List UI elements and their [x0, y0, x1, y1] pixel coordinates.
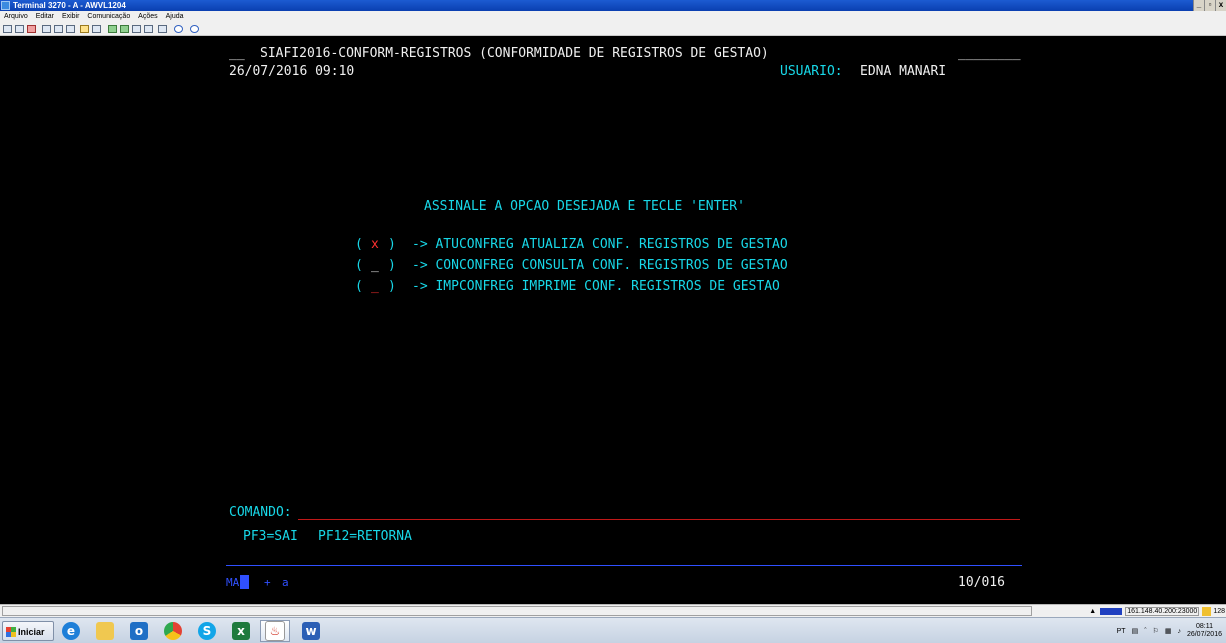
- status-message-field: [2, 606, 1032, 616]
- disconnect-icon[interactable]: [15, 25, 24, 33]
- instruction-text: ASSINALE A OPCAO DESEJADA E TECLE 'ENTER…: [424, 199, 745, 214]
- flag-icon[interactable]: ⚐: [1153, 627, 1159, 635]
- window-controls: _ ▫ x: [1193, 0, 1226, 11]
- outlook-icon: o: [130, 622, 148, 640]
- windows-logo-icon: [6, 627, 16, 637]
- status-bar: ▲ 161.148.40.200:23000 128: [0, 604, 1226, 617]
- taskbar-chrome[interactable]: [158, 620, 188, 642]
- reset-icon[interactable]: [27, 25, 36, 33]
- excel-icon: x: [232, 622, 250, 640]
- taskbar: Iniciar e o S x ♨ w PT ▤ ˆ ⚐ ▦ ♪ 08:11 2…: [0, 617, 1226, 643]
- minimize-button[interactable]: _: [1193, 0, 1204, 11]
- clock-time: 08:11: [1195, 623, 1213, 630]
- option-open-paren: (: [355, 237, 363, 252]
- paste-icon[interactable]: [54, 25, 63, 33]
- user-name: EDNA MANARI: [860, 64, 947, 79]
- pf12-key[interactable]: PF12=RETORNA: [318, 529, 412, 545]
- screen-title-prefix: __: [229, 46, 245, 61]
- lock-icon: [1202, 606, 1212, 616]
- file-explorer-icon: [96, 622, 114, 640]
- taskbar-excel[interactable]: x: [226, 620, 256, 642]
- taskbar-outlook[interactable]: o: [124, 620, 154, 642]
- skype-icon: S: [198, 622, 216, 640]
- printer-icon[interactable]: ▤: [1132, 627, 1139, 635]
- macro-play-icon[interactable]: [144, 25, 153, 33]
- option-label-atuconfreg: -> ATUCONFREG ATUALIZA CONF. REGISTROS D…: [412, 237, 788, 252]
- taskbar-java[interactable]: ♨: [260, 620, 290, 642]
- show-hidden-icons[interactable]: ˆ: [1144, 628, 1146, 635]
- system-tray: PT ▤ ˆ ⚐ ▦ ♪ 08:11 26/07/2016: [1117, 620, 1226, 642]
- taskbar-file-explorer[interactable]: [90, 620, 120, 642]
- option-open-paren: (: [355, 279, 363, 294]
- language-indicator[interactable]: PT: [1117, 628, 1126, 635]
- copy-icon[interactable]: [42, 25, 51, 33]
- cursor-position: 10/016: [958, 575, 1005, 590]
- system-clock[interactable]: 08:11 26/07/2016: [1187, 623, 1222, 639]
- menu-exibir[interactable]: Exibir: [62, 11, 80, 22]
- send-file-icon[interactable]: [108, 25, 117, 33]
- network-icon[interactable]: ▦: [1165, 627, 1172, 635]
- command-input-underline: [298, 519, 1020, 520]
- help-icon[interactable]: [190, 25, 199, 33]
- taskbar-internet-explorer[interactable]: e: [56, 620, 86, 642]
- user-label: USUARIO:: [780, 64, 843, 79]
- menu-acoes[interactable]: Ações: [138, 11, 157, 22]
- option-select-field[interactable]: _: [371, 279, 379, 295]
- chrome-icon: [164, 622, 182, 640]
- menu-arquivo[interactable]: Arquivo: [4, 11, 28, 22]
- option-close-paren: ): [388, 258, 396, 273]
- macro-record-icon[interactable]: [132, 25, 141, 33]
- maximize-button[interactable]: ▫: [1204, 0, 1215, 11]
- keyboard-map-icon[interactable]: [80, 25, 89, 33]
- display-icon[interactable]: [158, 25, 167, 33]
- screen-title: SIAFI2016-CONFORM-REGISTROS (CONFORMIDAD…: [260, 46, 769, 61]
- scroll-up-icon[interactable]: ▲: [1089, 608, 1096, 615]
- word-icon: w: [302, 622, 320, 640]
- internet-explorer-icon: e: [62, 622, 80, 640]
- option-label-impconfreg: -> IMPCONFREG IMPRIME CONF. REGISTROS DE…: [412, 279, 780, 294]
- java-icon: ♨: [265, 621, 285, 641]
- option-close-paren: ): [388, 279, 396, 294]
- menu-ajuda[interactable]: Ajuda: [166, 11, 184, 22]
- menu-bar: Arquivo Editar Exibir Comunicação Ações …: [0, 11, 1226, 22]
- connection-icon: [1100, 607, 1123, 615]
- start-button[interactable]: Iniciar: [2, 621, 54, 641]
- terminal-screen[interactable]: __ SIAFI2016-CONFORM-REGISTROS (CONFORMI…: [0, 36, 1226, 604]
- receive-file-icon[interactable]: [120, 25, 129, 33]
- status-right: ▲ 161.148.40.200:23000 128: [1089, 606, 1225, 616]
- option-label-conconfreg: -> CONCONFREG CONSULTA CONF. REGISTROS D…: [412, 258, 788, 273]
- option-select-field[interactable]: _: [371, 258, 379, 274]
- oia-plus: +: [264, 576, 271, 589]
- volume-icon[interactable]: ♪: [1177, 628, 1181, 635]
- menu-comunicacao[interactable]: Comunicação: [87, 11, 130, 22]
- pf3-key[interactable]: PF3=SAI: [243, 529, 298, 545]
- window-title: Terminal 3270 - A - AWVL1204: [13, 1, 126, 10]
- connect-icon[interactable]: [3, 25, 12, 33]
- session-number: 128: [1213, 607, 1225, 615]
- option-open-paren: (: [355, 258, 363, 273]
- grid-icon[interactable]: [92, 25, 101, 33]
- settings-icon[interactable]: [174, 25, 183, 33]
- screen-datetime: 26/07/2016 09:10: [229, 64, 355, 79]
- oia-separator: [226, 565, 1022, 566]
- taskbar-word[interactable]: w: [296, 620, 326, 642]
- screen-title-suffix: ________: [958, 46, 1021, 61]
- clock-date: 26/07/2016: [1186, 631, 1222, 638]
- taskbar-skype[interactable]: S: [192, 620, 222, 642]
- oia-indicator: a: [282, 576, 289, 589]
- toolbar: [0, 22, 1226, 36]
- host-address: 161.148.40.200:23000: [1125, 606, 1200, 616]
- oia-mode: MA: [226, 576, 240, 589]
- menu-editar[interactable]: Editar: [36, 11, 54, 22]
- command-label: COMANDO:: [229, 505, 292, 520]
- option-close-paren: ): [388, 237, 396, 252]
- terminal-app-icon: [1, 1, 10, 10]
- option-select-field[interactable]: x: [371, 237, 379, 253]
- print-screen-icon[interactable]: [66, 25, 75, 33]
- close-button[interactable]: x: [1215, 0, 1226, 11]
- window-title-bar: Terminal 3270 - A - AWVL1204 _ ▫ x: [0, 0, 1226, 11]
- start-label: Iniciar: [18, 627, 45, 637]
- cursor-block: [240, 575, 249, 589]
